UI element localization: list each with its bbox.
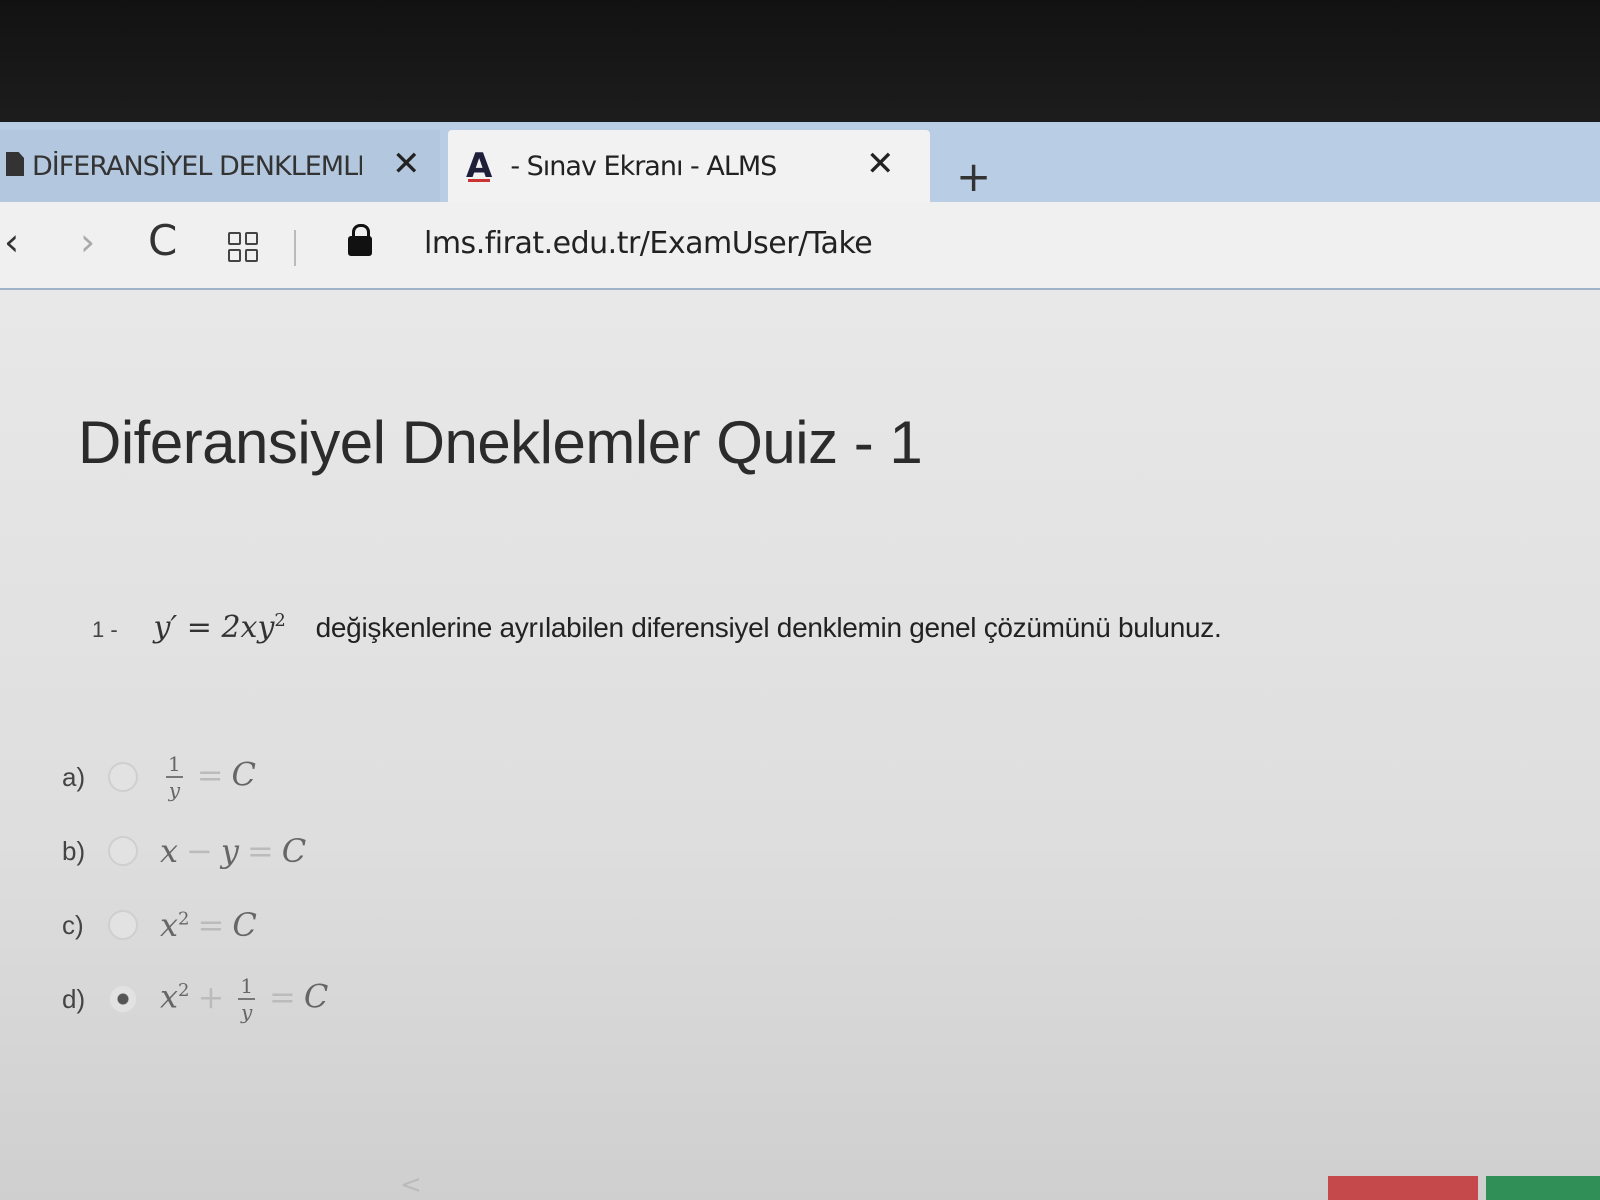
option-letter: d): [62, 983, 86, 1014]
close-icon[interactable]: ✕: [392, 144, 421, 184]
tab-label: DİFERANSİYEL DENKLEMLE: [32, 150, 362, 182]
option-formula: x2 = C: [160, 906, 257, 944]
reload-button[interactable]: C: [148, 216, 177, 265]
radio-button-selected[interactable]: [108, 984, 138, 1014]
question-1: 1 - y′ = 2xy2 değişkenlerine ayrılabilen…: [92, 610, 1222, 645]
tab-label: - Sınav Ekranı - ALMS: [510, 150, 777, 182]
apps-grid-icon[interactable]: [228, 232, 258, 262]
monitor-bezel: [0, 0, 1600, 128]
forward-button[interactable]: ›: [80, 220, 95, 264]
option-a[interactable]: a) 1 y = C: [62, 740, 328, 814]
option-formula: x2 +1 y = C: [160, 974, 329, 1024]
option-d[interactable]: d) x2 +1 y = C: [62, 962, 328, 1036]
radio-button[interactable]: [108, 836, 138, 866]
green-action-button[interactable]: [1486, 1176, 1600, 1200]
page-content: Diferansiyel Dneklemler Quiz - 1 1 - y′ …: [0, 290, 1600, 1200]
option-formula: 1 y = C: [166, 752, 257, 802]
tab-strip: DİFERANSİYEL DENKLEMLE ✕ A - Sınav Ekran…: [0, 122, 1600, 202]
alms-logo-icon: A: [466, 146, 493, 186]
option-letter: a): [62, 761, 86, 792]
tab-sinav-ekrani[interactable]: A - Sınav Ekranı - ALMS ✕: [448, 130, 930, 202]
page-title: Diferansiyel Dneklemler Quiz - 1: [78, 409, 923, 476]
option-c[interactable]: c) x2 = C: [62, 888, 328, 962]
question-text: değişkenlerine ayrılabilen diferensiyel …: [315, 612, 1222, 643]
red-action-button[interactable]: [1328, 1176, 1478, 1200]
address-bar[interactable]: lms.firat.edu.tr/ExamUser/Take: [424, 226, 873, 261]
lock-icon[interactable]: [348, 224, 372, 256]
option-formula: x − y = C: [160, 832, 307, 870]
option-b[interactable]: b) x − y = C: [62, 814, 328, 888]
document-icon: [6, 152, 24, 176]
new-tab-button[interactable]: +: [956, 152, 991, 201]
back-button[interactable]: ‹: [4, 220, 19, 264]
tab-diferansiyel[interactable]: DİFERANSİYEL DENKLEMLE ✕: [0, 130, 440, 202]
toolbar-divider: [294, 230, 296, 266]
radio-button[interactable]: [108, 762, 138, 792]
question-number: 1 -: [92, 617, 118, 642]
browser-window: DİFERANSİYEL DENKLEMLE ✕ A - Sınav Ekran…: [0, 122, 1600, 1200]
answer-options: a) 1 y = C b) x − y = C c) x2 = C d) x2 +1 y = C: [62, 740, 328, 1036]
question-equation: y′ = 2xy2: [153, 610, 286, 645]
browser-toolbar: ‹ › C lms.firat.edu.tr/ExamUser/Take: [0, 202, 1600, 290]
previous-question-button[interactable]: <: [400, 1170, 422, 1200]
radio-button[interactable]: [108, 910, 138, 940]
option-letter: b): [62, 835, 86, 866]
option-letter: c): [62, 909, 84, 940]
close-icon[interactable]: ✕: [866, 144, 895, 184]
